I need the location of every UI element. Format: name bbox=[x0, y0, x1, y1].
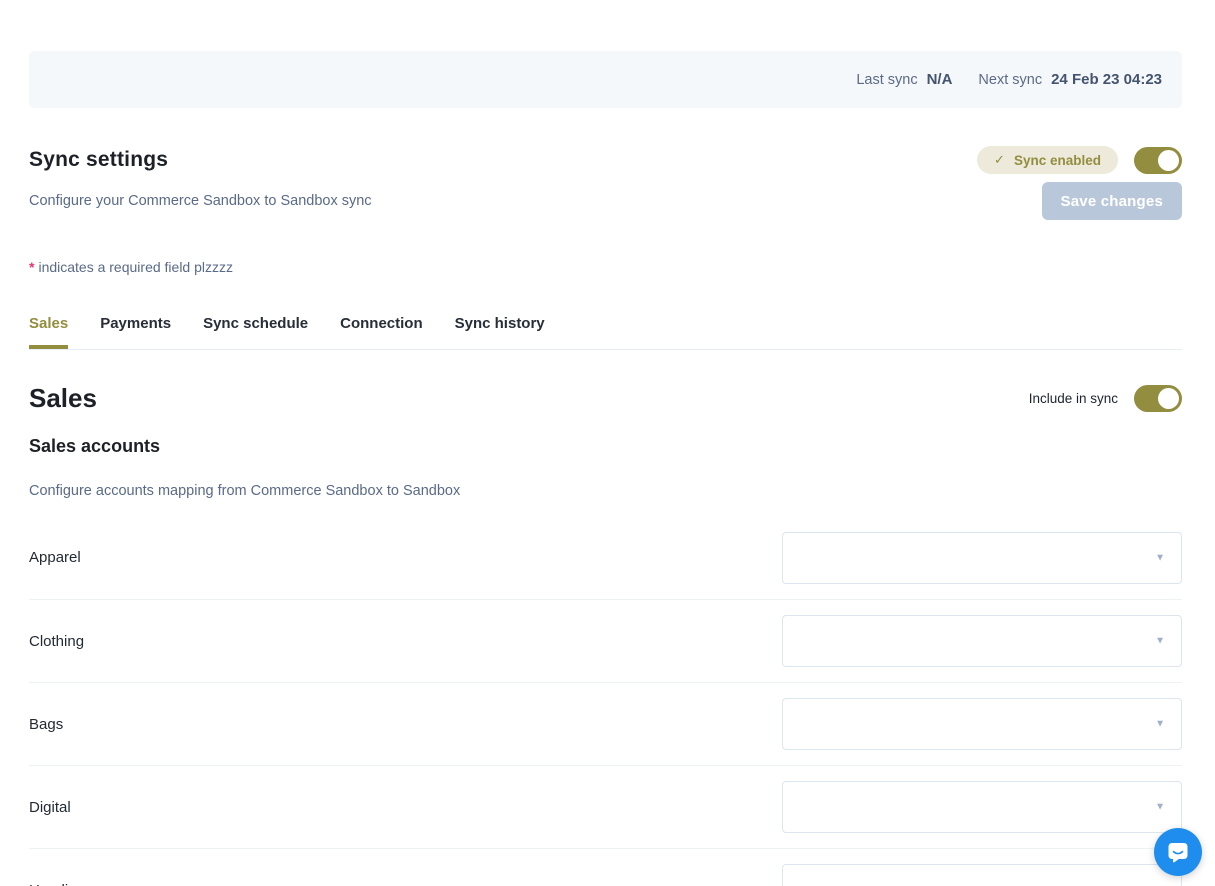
tab-payments[interactable]: Payments bbox=[100, 315, 171, 349]
chevron-down-icon: ▼ bbox=[1155, 802, 1165, 813]
next-sync-label: Next sync bbox=[978, 72, 1042, 88]
account-mapping-rows: Apparel ▼ Clothing ▼ Bags ▼ Digital ▼ Ho… bbox=[29, 516, 1182, 886]
account-row-label: Clothing bbox=[29, 633, 84, 650]
include-in-sync-label: Include in sync bbox=[1029, 391, 1118, 406]
account-select-bags[interactable]: ▼ bbox=[782, 698, 1182, 750]
check-icon: ✓ bbox=[994, 152, 1005, 168]
account-row-label: Apparel bbox=[29, 549, 81, 566]
required-field-note: *indicates a required field plzzzz bbox=[29, 259, 1182, 275]
required-asterisk: * bbox=[29, 259, 34, 275]
account-row-label: Bags bbox=[29, 716, 63, 733]
chevron-down-icon: ▼ bbox=[1155, 636, 1165, 647]
account-select-digital[interactable]: ▼ bbox=[782, 781, 1182, 833]
subsection-title: Sales accounts bbox=[29, 436, 1182, 457]
tab-sales[interactable]: Sales bbox=[29, 315, 68, 349]
required-note-text: indicates a required field plzzzz bbox=[38, 259, 233, 275]
sync-enabled-toggle[interactable] bbox=[1134, 147, 1182, 174]
chat-launcher-button[interactable] bbox=[1154, 828, 1202, 876]
sync-settings-page: Last sync N/A Next sync 24 Feb 23 04:23 … bbox=[0, 51, 1215, 886]
last-sync-label: Last sync bbox=[856, 72, 917, 88]
chevron-down-icon: ▼ bbox=[1155, 719, 1165, 730]
include-in-sync-toggle[interactable] bbox=[1134, 385, 1182, 412]
account-select-hoodies[interactable]: ▼ bbox=[782, 864, 1182, 886]
subsection-description: Configure accounts mapping from Commerce… bbox=[29, 483, 1182, 499]
last-sync-value: N/A bbox=[927, 71, 953, 88]
tab-connection[interactable]: Connection bbox=[340, 315, 423, 349]
section-title: Sales bbox=[29, 383, 97, 414]
account-row-label: Digital bbox=[29, 799, 71, 816]
tab-sync-history[interactable]: Sync history bbox=[455, 315, 545, 349]
account-mapping-row: Apparel ▼ bbox=[29, 516, 1182, 599]
account-select-apparel[interactable]: ▼ bbox=[782, 532, 1182, 584]
account-mapping-row: Digital ▼ bbox=[29, 765, 1182, 848]
account-mapping-row: Bags ▼ bbox=[29, 682, 1182, 765]
tabs: Sales Payments Sync schedule Connection Sync… bbox=[29, 315, 1182, 350]
save-changes-button[interactable]: Save changes bbox=[1042, 182, 1182, 220]
account-select-clothing[interactable]: ▼ bbox=[782, 615, 1182, 667]
next-sync-value: 24 Feb 23 04:23 bbox=[1051, 71, 1162, 88]
chat-bubble-icon bbox=[1166, 840, 1190, 864]
page-subtitle: Configure your Commerce Sandbox to Sandb… bbox=[29, 193, 372, 209]
page-title: Sync settings bbox=[29, 148, 168, 172]
account-row-label: Hoodies bbox=[29, 882, 84, 886]
account-mapping-row: Hoodies ▼ bbox=[29, 848, 1182, 886]
tab-sync-schedule[interactable]: Sync schedule bbox=[203, 315, 308, 349]
sync-enabled-badge: ✓ Sync enabled bbox=[977, 146, 1118, 174]
chevron-down-icon: ▼ bbox=[1155, 552, 1165, 563]
account-mapping-row: Clothing ▼ bbox=[29, 599, 1182, 682]
sync-status-bar: Last sync N/A Next sync 24 Feb 23 04:23 bbox=[29, 51, 1182, 108]
sync-enabled-badge-label: Sync enabled bbox=[1014, 153, 1101, 168]
